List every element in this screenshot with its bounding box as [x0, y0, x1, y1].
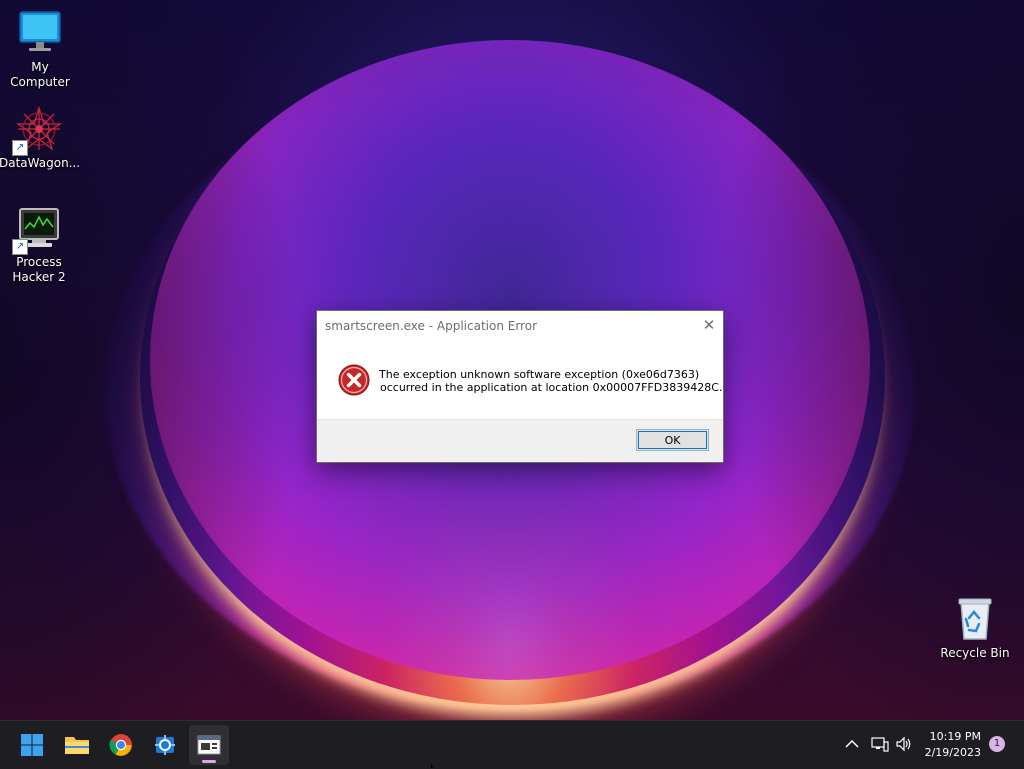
- process-monitor-icon: [155, 735, 175, 755]
- shortcut-arrow-icon: ↗: [12, 239, 28, 255]
- desktop-icon-label: Process Hacker 2: [12, 255, 66, 284]
- chrome-icon: [109, 734, 132, 756]
- ok-button[interactable]: OK: [636, 429, 709, 451]
- shortcut-arrow-icon: ↗: [12, 140, 28, 156]
- desktop-icon-label: DataWagon...: [0, 156, 81, 170]
- folder-icon: [65, 737, 89, 754]
- dialog-message-line-1: The exception unknown software exception…: [379, 368, 700, 381]
- taskbar: 10:19 PM 2/19/2023 1: [0, 720, 1024, 769]
- close-icon[interactable]: ✕: [701, 317, 717, 333]
- recycle-bin-icon: [952, 596, 998, 642]
- desktop-icon-recycle-bin[interactable]: Recycle Bin: [935, 596, 1015, 661]
- application-error-dialog: smartscreen.exe - Application Error ✕ Th…: [316, 310, 724, 463]
- dialog-message: The exception unknown software exception…: [379, 368, 722, 394]
- desktop-icon-datawagon[interactable]: ↗ DataWagon...: [0, 105, 81, 171]
- dialog-footer: OK: [317, 419, 723, 462]
- mouse-cursor: [431, 763, 433, 768]
- clock-time: 10:19 PM: [929, 730, 981, 743]
- system-clock[interactable]: 10:19 PM 2/19/2023: [925, 729, 981, 761]
- dialog-title: smartscreen.exe - Application Error: [325, 319, 537, 333]
- datawagon-icon: ↗: [12, 105, 63, 156]
- active-app-indicator: [202, 760, 216, 763]
- taskbar-chrome[interactable]: [101, 725, 141, 765]
- show-hidden-icons-chevron-icon[interactable]: [843, 733, 861, 755]
- monitor-icon: [17, 10, 63, 56]
- taskbar-file-explorer[interactable]: [57, 725, 97, 765]
- desktop-icon-process-hacker[interactable]: ↗ Process Hacker 2: [0, 205, 79, 285]
- notification-badge[interactable]: 1: [989, 736, 1005, 752]
- network-icon[interactable]: [870, 733, 890, 755]
- desktop-icon-label: Recycle Bin: [940, 646, 1010, 660]
- dialog-message-line-2: occurred in the application at location …: [380, 381, 723, 394]
- process-hacker-icon: ↗: [12, 205, 62, 255]
- clock-date: 2/19/2023: [924, 746, 981, 759]
- taskbar-active-app[interactable]: [189, 725, 229, 765]
- error-icon: [338, 364, 370, 396]
- start-button[interactable]: [12, 725, 52, 765]
- desktop-icon-my-computer[interactable]: My Computer: [0, 10, 80, 90]
- taskbar-process-monitor[interactable]: [145, 725, 185, 765]
- windows-start-icon: [21, 734, 43, 756]
- desktop-icon-label: My Computer: [10, 60, 70, 89]
- app-window-icon: [197, 735, 221, 755]
- volume-icon[interactable]: [894, 733, 914, 755]
